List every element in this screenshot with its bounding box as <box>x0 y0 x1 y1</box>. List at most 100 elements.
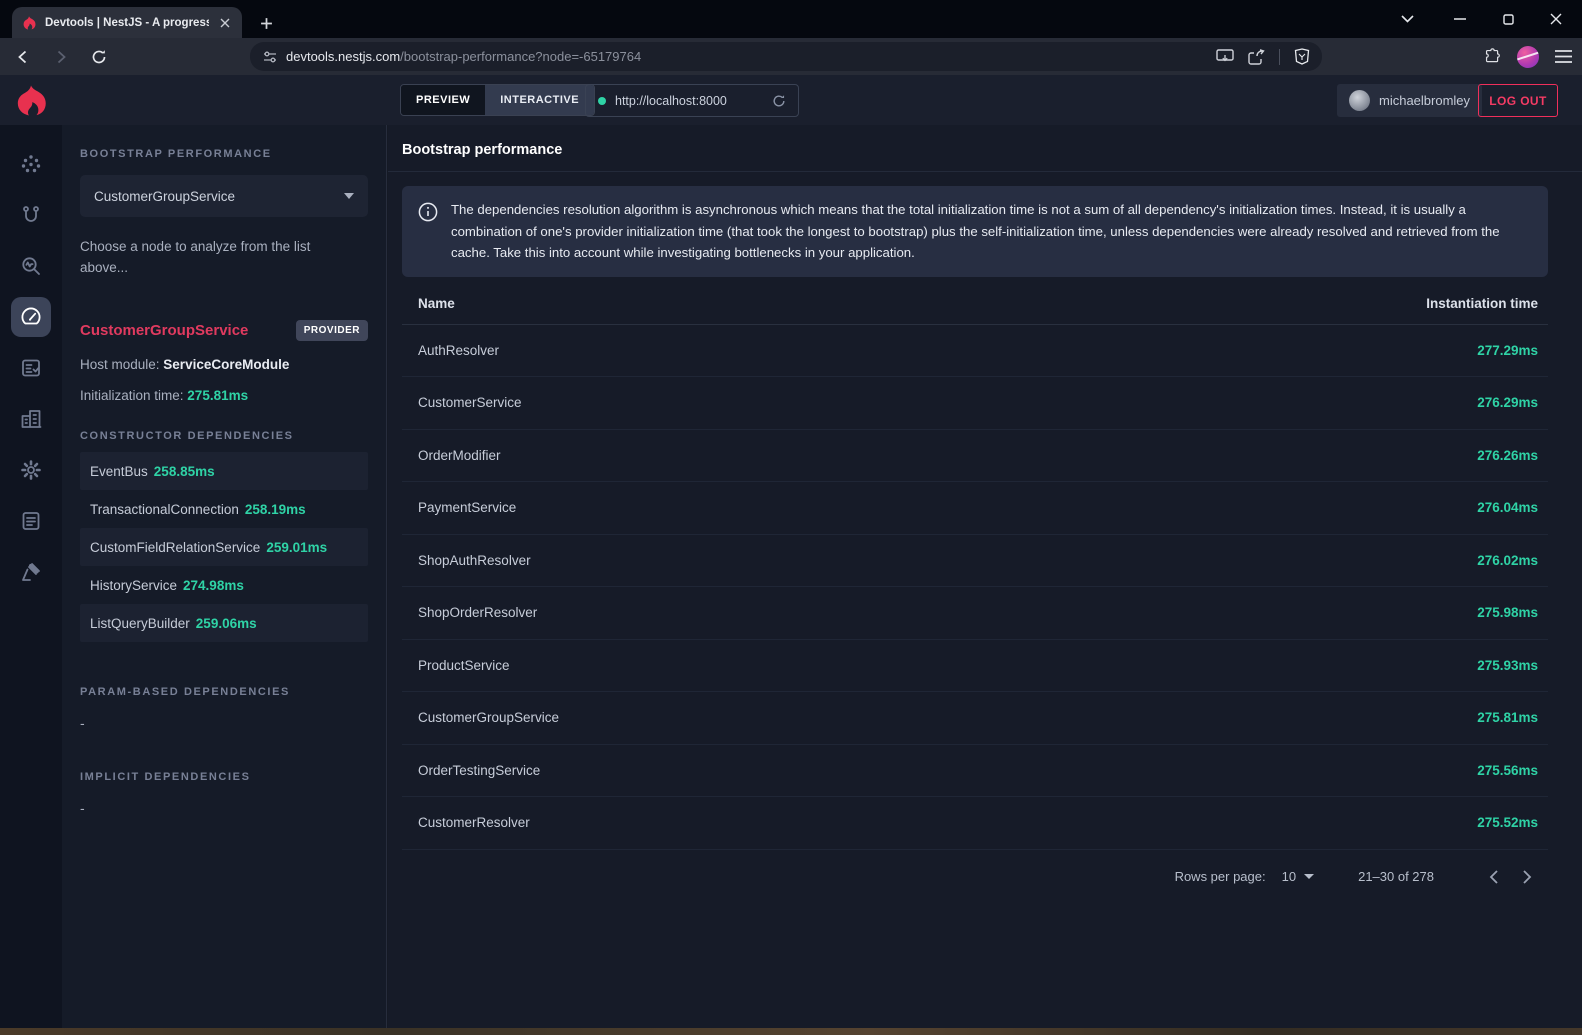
rows-per-page-caret-icon <box>1304 874 1314 879</box>
icon-rail <box>0 125 62 1028</box>
target-url-box[interactable]: http://localhost:8000 <box>585 84 799 117</box>
extensions-icon[interactable] <box>1484 48 1501 65</box>
back-icon[interactable] <box>8 42 38 72</box>
tab-search-chevron-icon[interactable] <box>1392 4 1422 34</box>
url-bar[interactable]: devtools.nestjs.com/bootstrap-performanc… <box>250 42 1322 71</box>
row-instantiation-time: 276.26ms <box>1477 448 1538 463</box>
table-row[interactable]: ProductService275.93ms <box>402 640 1548 693</box>
nestjs-favicon <box>21 15 37 31</box>
connection-status-dot <box>598 97 606 105</box>
row-instantiation-time: 275.52ms <box>1477 815 1538 830</box>
main-content: Bootstrap performance The dependencies r… <box>388 125 1582 1028</box>
dependency-row[interactable]: CustomFieldRelationService 259.01ms <box>80 528 368 566</box>
row-name: ProductService <box>418 658 510 673</box>
mode-toggle: PREVIEW INTERACTIVE <box>400 84 595 116</box>
row-name: OrderModifier <box>418 448 501 463</box>
menu-hamburger-icon[interactable] <box>1555 50 1572 63</box>
table-row[interactable]: ShopOrderResolver275.98ms <box>402 587 1548 640</box>
urlbar-divider <box>1279 49 1280 65</box>
rows-per-page-select[interactable]: 10 <box>1282 869 1314 884</box>
url-text[interactable]: devtools.nestjs.com/bootstrap-performanc… <box>286 49 1208 64</box>
page-title: Bootstrap performance <box>388 125 1582 172</box>
implicit-deps-title: IMPLICIT DEPENDENCIES <box>80 771 368 783</box>
window-close-icon[interactable] <box>1536 4 1576 34</box>
window-controls <box>1440 0 1576 38</box>
table-row[interactable]: CustomerService276.29ms <box>402 377 1548 430</box>
media-cast-icon[interactable] <box>1216 49 1234 64</box>
user-avatar <box>1349 90 1370 111</box>
table-row[interactable]: CustomerResolver 275.52ms <box>402 797 1548 850</box>
dependency-row[interactable]: EventBus258.85ms <box>80 452 368 490</box>
sidebar-item-settings[interactable] <box>11 450 51 490</box>
dependency-time: 259.01ms <box>266 540 327 555</box>
forward-icon[interactable] <box>46 42 76 72</box>
window-maximize-icon[interactable] <box>1488 4 1528 34</box>
host-module-value: ServiceCoreModule <box>163 357 289 372</box>
row-instantiation-time: 275.81ms <box>1477 710 1538 725</box>
table-row[interactable]: ShopAuthResolver276.02ms <box>402 535 1548 588</box>
sidebar-item-docs[interactable] <box>11 501 51 541</box>
row-name: ShopOrderResolver <box>418 605 537 620</box>
window-minimize-icon[interactable] <box>1440 4 1480 34</box>
reload-icon[interactable] <box>84 42 114 72</box>
preview-tab[interactable]: PREVIEW <box>401 85 485 115</box>
chevron-down-icon <box>344 193 354 199</box>
dependency-row[interactable]: TransactionalConnection258.19ms <box>80 490 368 528</box>
dependency-name: ListQueryBuilder <box>90 616 190 631</box>
dependency-name: CustomFieldRelationService <box>90 540 260 555</box>
perf-table-rows: AuthResolver277.29msCustomerService276.2… <box>402 325 1548 850</box>
brave-shield-icon[interactable] <box>1294 48 1310 65</box>
share-icon[interactable] <box>1248 49 1265 65</box>
implicit-deps-empty: - <box>80 800 368 816</box>
sidebar-item-graph[interactable] <box>11 144 51 184</box>
table-row[interactable]: PaymentService276.04ms <box>402 482 1548 535</box>
next-page-icon[interactable] <box>1510 860 1544 894</box>
provider-badge: PROVIDER <box>296 320 368 341</box>
node-select-dropdown[interactable]: CustomerGroupService <box>80 175 368 217</box>
dependency-row[interactable]: HistoryService274.98ms <box>80 566 368 604</box>
panel-section-title: BOOTSTRAP PERFORMANCE <box>80 148 368 160</box>
site-settings-icon[interactable] <box>262 49 278 65</box>
dependency-row[interactable]: ListQueryBuilder259.06ms <box>80 604 368 642</box>
pagination: Rows per page: 10 21–30 of 278 <box>402 850 1548 904</box>
nestjs-logo[interactable] <box>0 75 62 125</box>
previous-page-icon[interactable] <box>1476 860 1510 894</box>
table-row[interactable]: CustomerGroupService 275.81ms <box>402 692 1548 745</box>
user-chip[interactable]: michaelbromley <box>1337 84 1482 117</box>
column-name: Name <box>418 296 455 311</box>
dependency-name: HistoryService <box>90 578 177 593</box>
host-module-line: Host module: ServiceCoreModule <box>80 357 368 372</box>
sidebar-item-sandbox[interactable] <box>11 552 51 592</box>
column-instantiation-time: Instantiation time <box>1426 296 1538 311</box>
sidebar-item-routes[interactable] <box>11 195 51 235</box>
table-row[interactable]: AuthResolver277.29ms <box>402 325 1548 378</box>
sidebar-item-modules[interactable] <box>11 399 51 439</box>
table-row[interactable]: OrderTestingService275.56ms <box>402 745 1548 798</box>
info-banner: The dependencies resolution algorithm is… <box>402 186 1548 277</box>
refresh-icon[interactable] <box>772 94 786 108</box>
sidebar-item-insights[interactable] <box>11 246 51 286</box>
new-tab-icon[interactable] <box>254 11 278 35</box>
sidebar-item-bootstrap-performance[interactable] <box>11 297 51 337</box>
node-name: CustomerGroupService <box>80 322 248 339</box>
urlbar-actions <box>1216 48 1310 65</box>
row-name: CustomerResolver <box>418 815 530 830</box>
browser-tab[interactable]: Devtools | NestJS - A progressive Node.j… <box>12 7 242 38</box>
row-name: CustomerGroupService <box>418 710 559 725</box>
row-name: ShopAuthResolver <box>418 553 531 568</box>
logout-button[interactable]: LOG OUT <box>1478 84 1558 117</box>
username: michaelbromley <box>1379 93 1470 108</box>
dependency-time: 258.19ms <box>245 502 306 517</box>
table-row[interactable]: OrderModifier 276.26ms <box>402 430 1548 483</box>
info-icon <box>418 199 438 264</box>
choose-node-hint: Choose a node to analyze from the list a… <box>80 236 330 278</box>
row-name: CustomerService <box>418 395 522 410</box>
interactive-tab[interactable]: INTERACTIVE <box>485 85 594 115</box>
tab-close-icon[interactable] <box>217 15 233 31</box>
dependency-name: EventBus <box>90 464 148 479</box>
browser-profile-avatar[interactable] <box>1517 46 1539 68</box>
rows-per-page-value: 10 <box>1282 869 1296 884</box>
sidebar-item-audit[interactable] <box>11 348 51 388</box>
row-instantiation-time: 277.29ms <box>1477 343 1538 358</box>
target-url[interactable]: http://localhost:8000 <box>615 94 763 108</box>
